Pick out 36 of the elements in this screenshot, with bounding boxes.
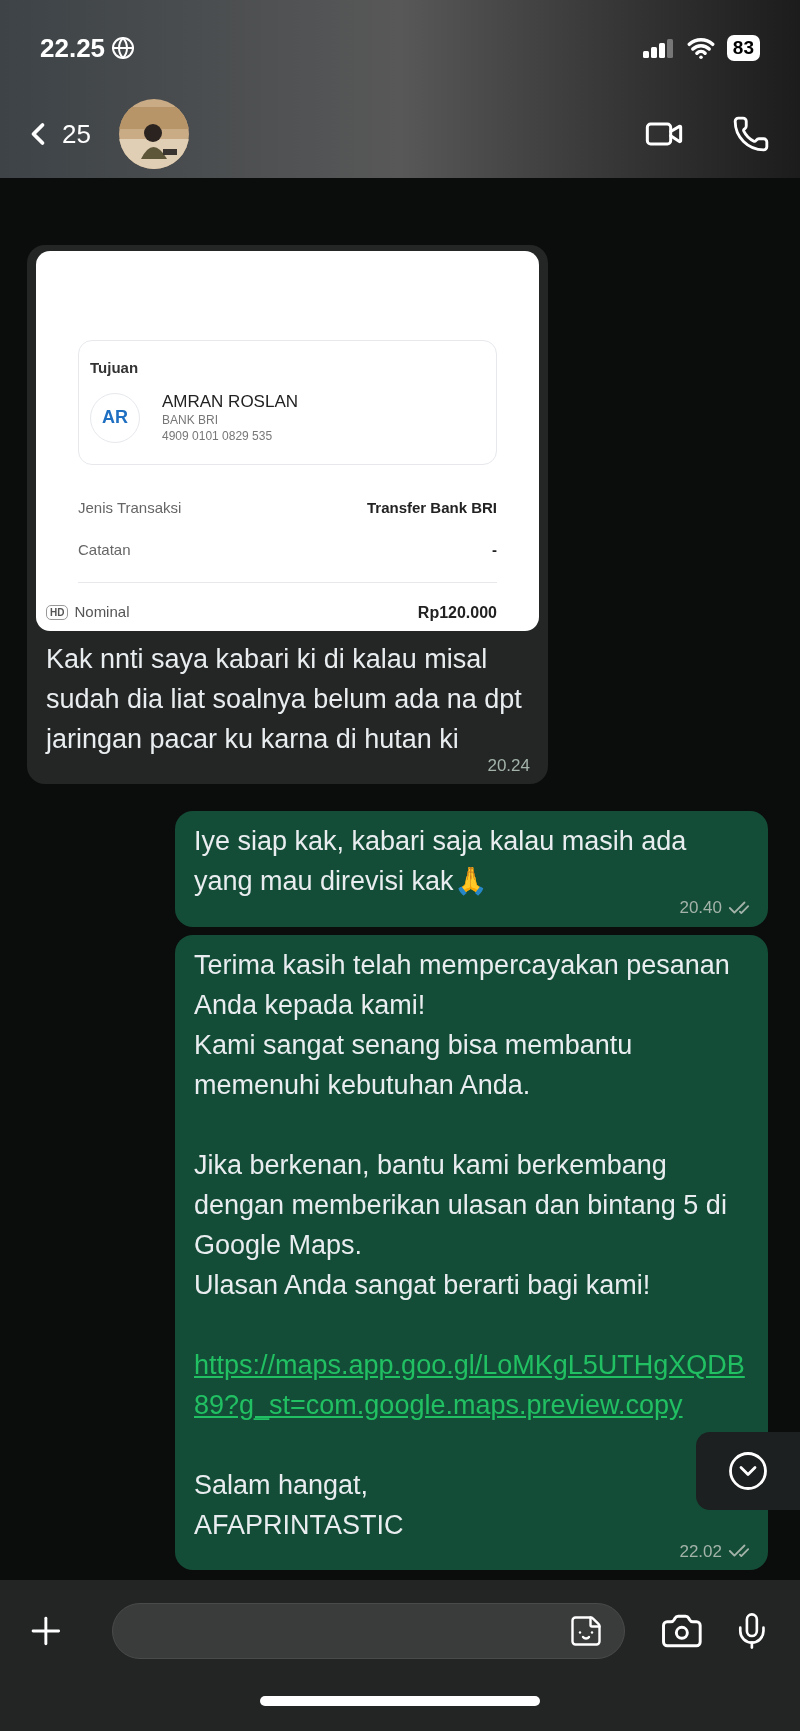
detail-value: - [492, 540, 497, 560]
message-time: 22.02 [679, 1540, 722, 1563]
incoming-message-bubble[interactable] [27, 244, 548, 784]
maps-link[interactable]: https://maps.app.goo.gl/LoMKgL5UTHgXQDB89?g_st=com.google.maps.preview.copy [194, 1344, 748, 1425]
outgoing-message-bubble[interactable]: Iye siap kak, kabari saja kalau masih ada yang mau direvisi kak🙏 20.40 [175, 811, 768, 927]
hd-badge: HD [46, 605, 69, 620]
message-time: 20.40 [679, 897, 722, 919]
home-indicator[interactable] [260, 1695, 540, 1706]
section-title: Tujuan [90, 358, 140, 378]
detail-label: Jenis Transaksi [78, 497, 182, 518]
back-button[interactable]: 25 [20, 114, 91, 154]
phone-call-icon[interactable] [732, 115, 770, 153]
detail-label: Catatan [78, 540, 131, 560]
message-text: Iye siap kak, kabari saja kalau masih ada yang mau direvisi kak🙏 [194, 825, 688, 898]
detail-value: Transfer Bank BRI [366, 497, 497, 518]
message-time: 20.24 [487, 754, 530, 777]
message-input-field[interactable] [111, 1603, 625, 1659]
total-value: Rp120.000 [417, 602, 497, 623]
message-text: Kami sangat senang bisa membantu memenuhi kebutuhan Anda. [194, 1028, 634, 1102]
bank-name: BANK BRI [162, 411, 219, 428]
recipient-name: AMRAN ROSLAN [162, 391, 299, 412]
battery-level: 83 [726, 35, 760, 61]
outgoing-message-bubble[interactable] [175, 934, 768, 1570]
message-text: AFAPRINTASTIC [194, 1508, 405, 1542]
message-text: Kak nnti saya kabari ki di kalau misal sudah dia liat soalnya belum ada na dpt jaringan pacar ku karna di hutan ki [46, 642, 523, 756]
message-text: Ulasan Anda sangat berarti bagi kami! [194, 1268, 652, 1302]
signal-icon [642, 38, 675, 58]
message-text: Jika berkenan, bantu kami berkembang dengan memberikan ulasan dan bintang 5 di Google Maps. [194, 1148, 728, 1262]
scroll-down-button[interactable] [696, 1432, 800, 1510]
globe-icon [111, 36, 136, 60]
total-label: Nominal [74, 602, 130, 623]
scroll-down-icon[interactable] [727, 1450, 769, 1492]
account-number: 4909 0101 0829 535 [162, 427, 274, 444]
clock-time: 22.25 [40, 31, 106, 65]
message-text: Terima kasih telah mempercayakan pesanan Anda kepada kami! [194, 948, 731, 1022]
message-text: Salam hangat, [194, 1468, 370, 1502]
